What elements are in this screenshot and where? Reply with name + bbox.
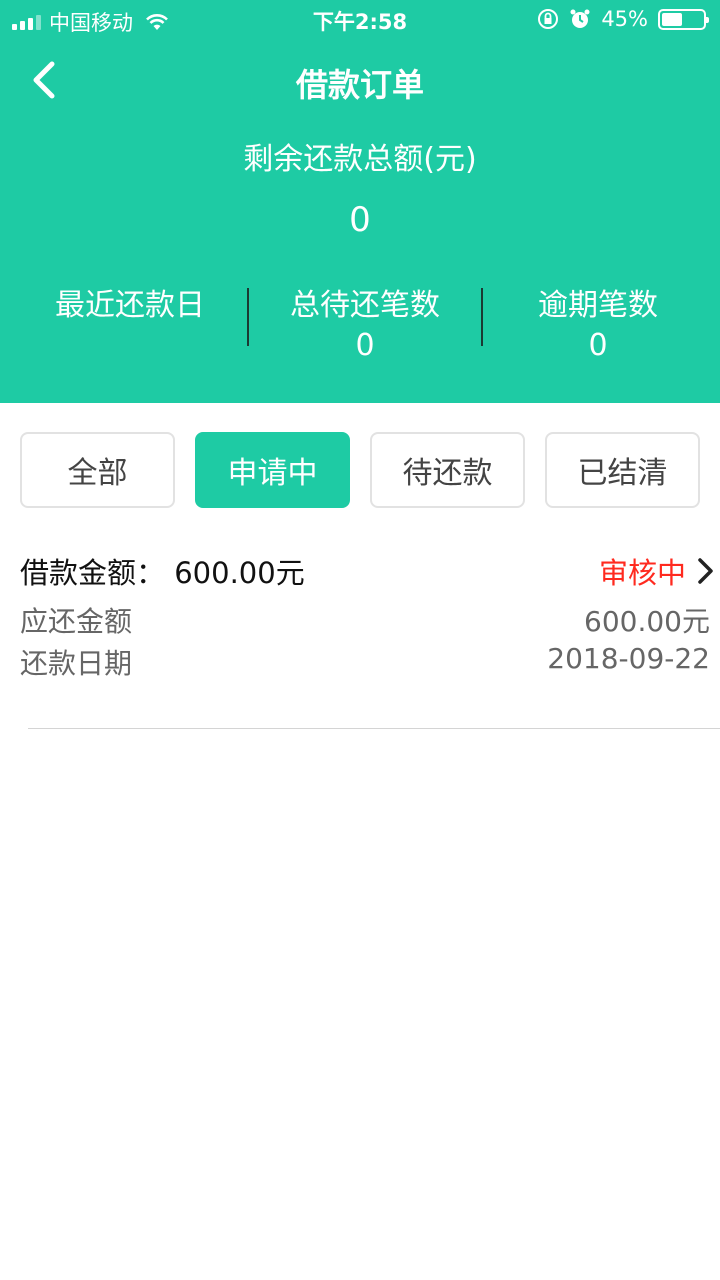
loan-amount-label: 借款金额：: [20, 556, 166, 590]
stat-value: 0: [588, 328, 608, 363]
tab-all[interactable]: 全部: [20, 432, 175, 508]
tab-applying[interactable]: 申请中: [195, 432, 350, 508]
battery-percent: 45%: [601, 7, 648, 31]
stat-recent-repayment-date: 最近还款日: [30, 280, 230, 328]
due-date-value: 2018-09-22: [547, 642, 710, 675]
due-amount-label: 应还金额: [20, 605, 133, 638]
loan-amount-value: 600.00元: [174, 556, 305, 590]
summary-header: 中国移动 下午2:58 45% 借款订单 剩余还款总额(元) 0 最近还款日 总…: [0, 0, 720, 403]
due-amount-value: 600.00元: [584, 605, 710, 638]
stat-value: 0: [355, 328, 375, 363]
remaining-total-label: 剩余还款总额(元): [243, 142, 477, 177]
loan-amount-text: 借款金额： 600.00元: [20, 550, 305, 592]
stat-overdue: 逾期笔数 0: [498, 280, 698, 363]
alarm-icon: [570, 9, 590, 28]
stat-label: 逾期笔数: [538, 288, 658, 323]
battery-icon: [658, 8, 709, 30]
stat-divider: [481, 288, 483, 346]
order-status: 审核中: [598, 556, 686, 590]
status-bar: 中国移动 下午2:58 45%: [0, 0, 720, 40]
tab-pending-repayment[interactable]: 待还款: [370, 432, 525, 508]
tab-settled[interactable]: 已结清: [545, 432, 700, 508]
rotation-lock-icon: [538, 9, 559, 29]
remaining-total-value: 0: [349, 200, 371, 240]
stat-label: 最近还款日: [55, 288, 205, 323]
stat-total-pending: 总待还笔数 0: [265, 280, 465, 363]
chevron-right-icon[interactable]: [694, 556, 716, 586]
stat-divider: [247, 288, 249, 346]
filter-tabs: 全部 申请中 待还款 已结清: [0, 432, 720, 508]
stat-label: 总待还笔数: [290, 288, 440, 323]
page-title: 借款订单: [295, 66, 424, 104]
order-divider: [28, 728, 720, 729]
due-date-label: 还款日期: [20, 647, 133, 680]
